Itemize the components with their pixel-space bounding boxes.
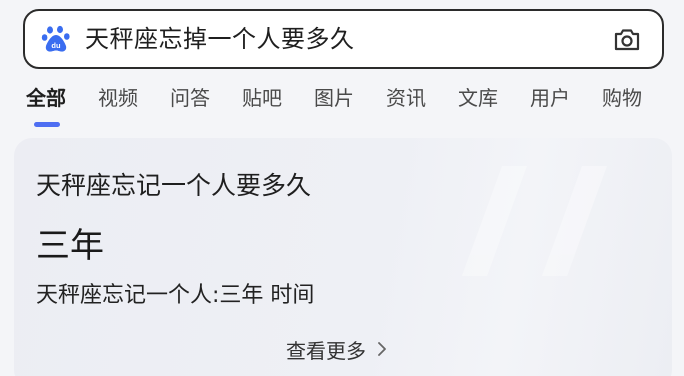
baidu-paw-logo-icon[interactable]: du — [41, 24, 71, 54]
tab-news[interactable]: 资讯 — [386, 84, 426, 116]
answer-card-title[interactable]: 天秤座忘记一个人要多久 — [36, 170, 311, 202]
answer-card-answer: 三年 — [36, 226, 104, 266]
tab-qa[interactable]: 问答 — [170, 84, 210, 116]
answer-card: 天秤座忘记一个人要多久 三年 天秤座忘记一个人:三年 时间 查看更多 — [14, 138, 672, 376]
tab-tieba[interactable]: 贴吧 — [242, 84, 282, 116]
search-input[interactable]: 天秤座忘掉一个人要多久 — [85, 24, 355, 54]
tab-all[interactable]: 全部 — [26, 84, 66, 116]
tab-users[interactable]: 用户 — [530, 84, 570, 116]
active-tab-indicator — [34, 122, 60, 127]
search-results-page: du 天秤座忘掉一个人要多久 全部 视频 问答 贴吧 图片 资讯 文库 用户 购… — [0, 0, 684, 376]
search-bar[interactable]: du 天秤座忘掉一个人要多久 — [23, 9, 664, 69]
card-background-decoration — [462, 166, 607, 276]
answer-card-detail: 天秤座忘记一个人:三年 时间 — [36, 283, 315, 308]
see-more-link[interactable]: 查看更多 — [286, 334, 388, 364]
tab-wenku[interactable]: 文库 — [458, 84, 498, 116]
search-tabs: 全部 视频 问答 贴吧 图片 资讯 文库 用户 购物 — [0, 84, 684, 124]
chevron-right-icon — [378, 342, 386, 356]
tab-shopping[interactable]: 购物 — [602, 84, 642, 116]
tab-video[interactable]: 视频 — [98, 84, 138, 116]
svg-text:du: du — [51, 41, 61, 50]
tab-images[interactable]: 图片 — [314, 84, 354, 116]
camera-icon[interactable] — [612, 25, 642, 55]
see-more-label: 查看更多 — [286, 338, 366, 363]
